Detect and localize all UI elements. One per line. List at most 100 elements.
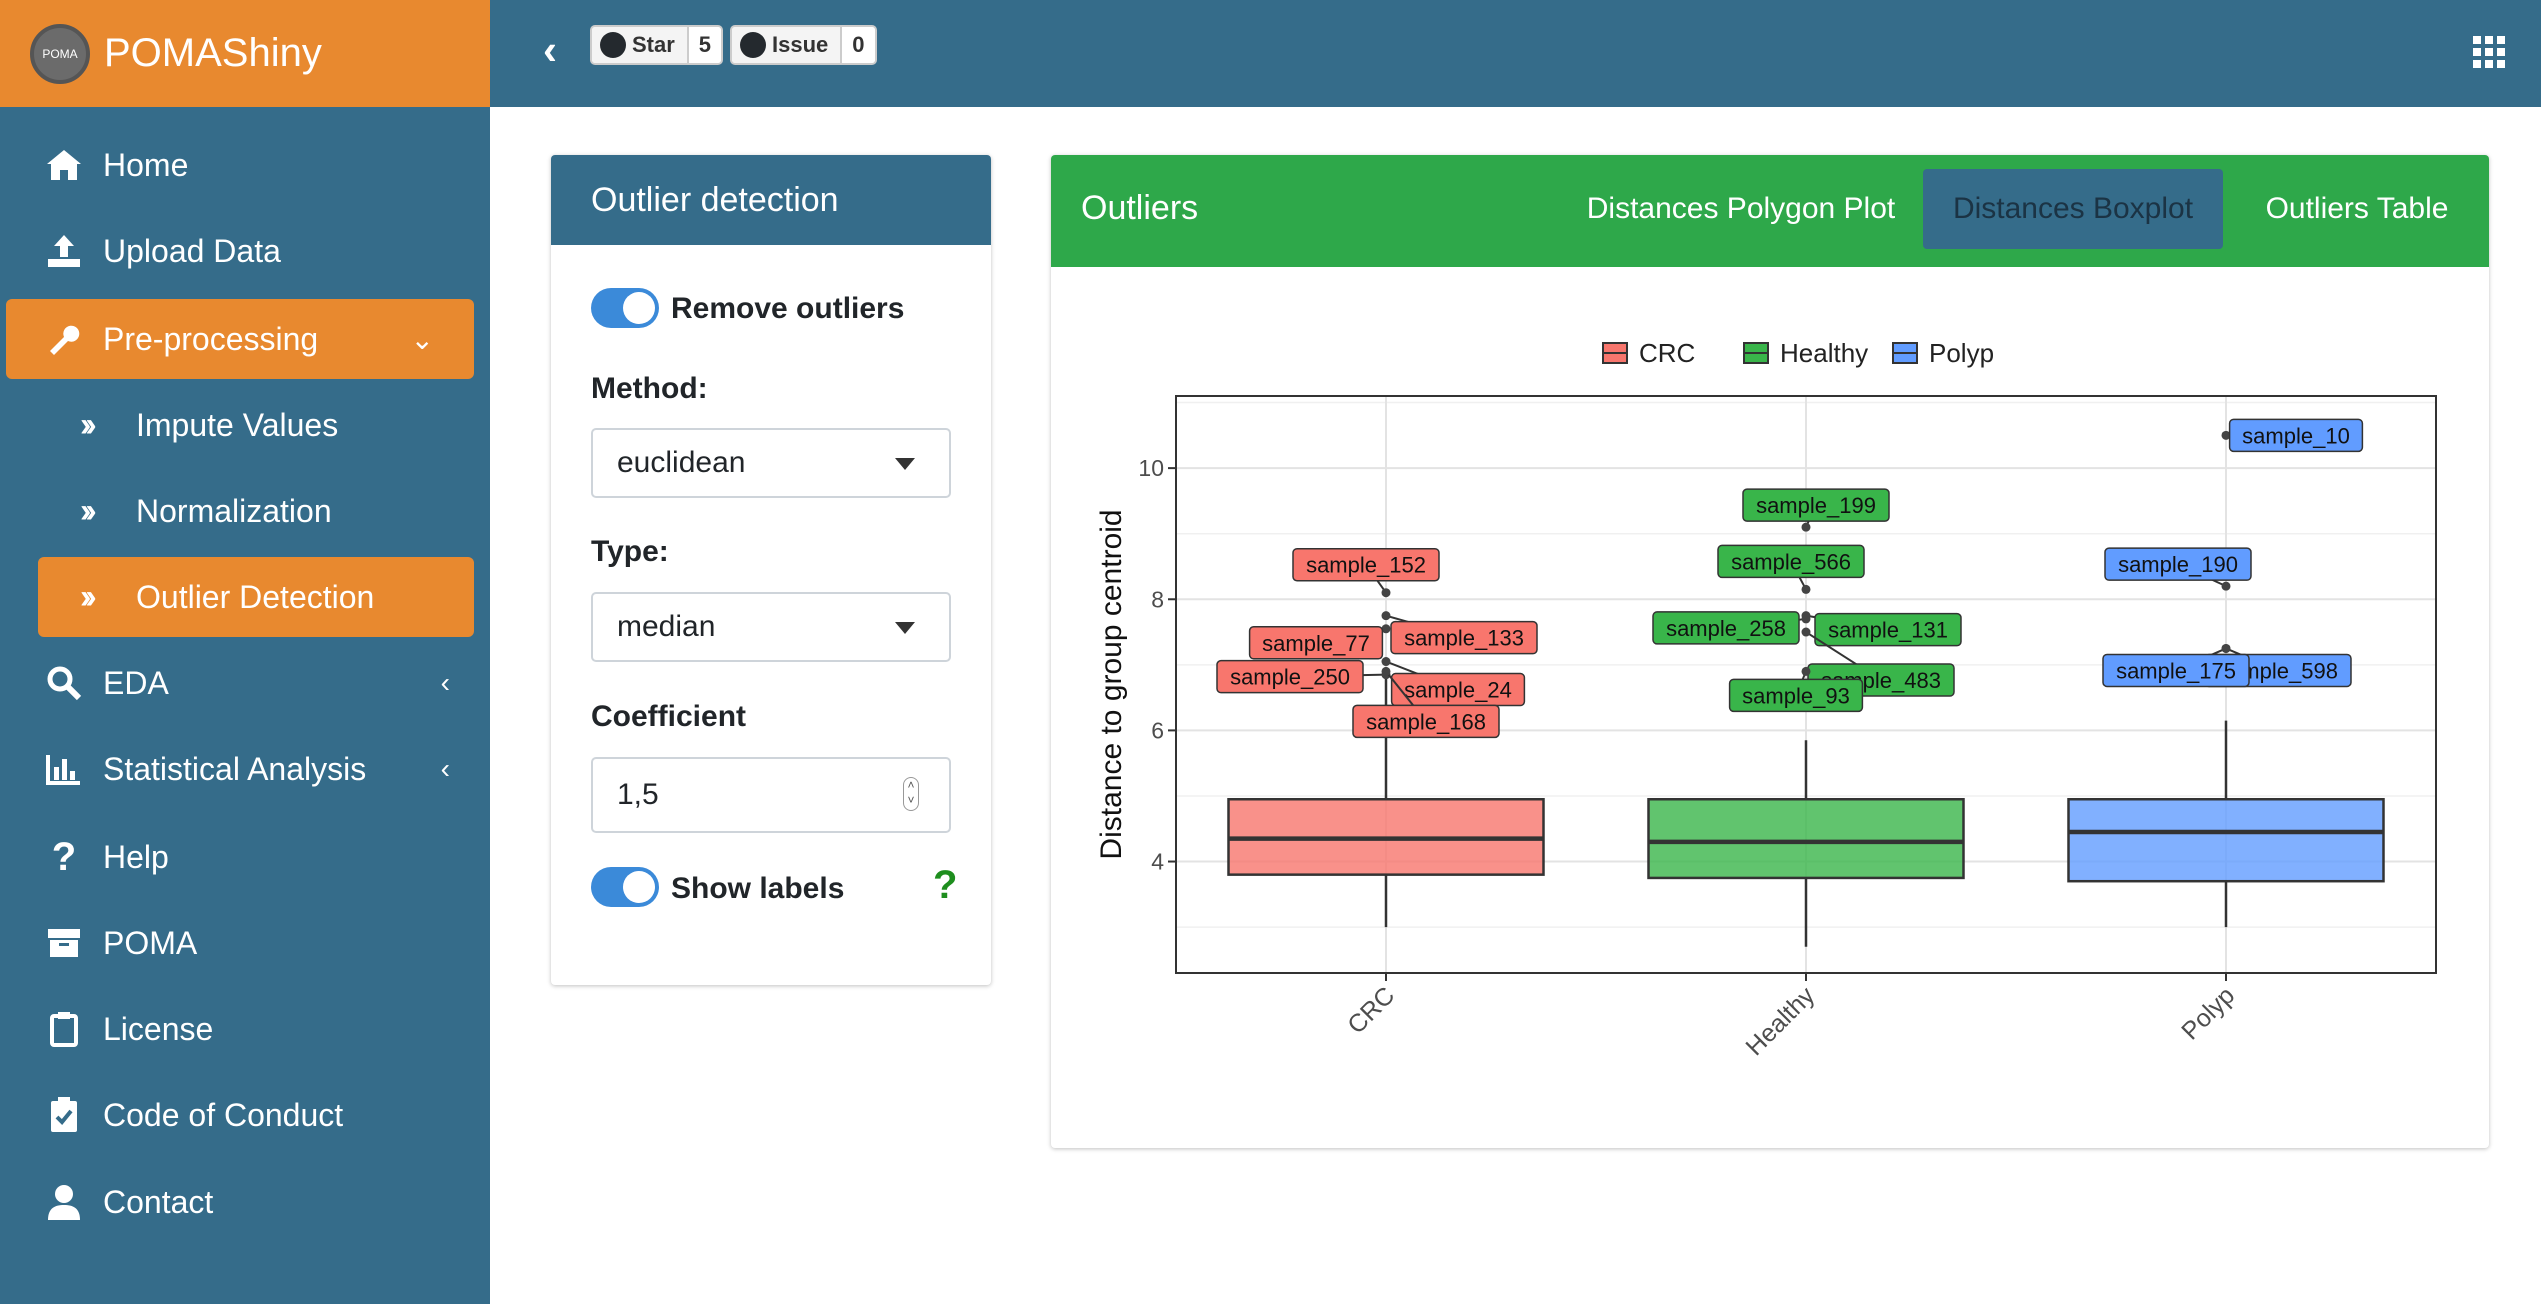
outlier-point [1801, 584, 1811, 594]
sidebar-item-label: Upload Data [103, 232, 281, 269]
upload-icon [44, 231, 84, 271]
outlier-sample-77: sample_77 [1248, 624, 1391, 660]
legend-item: Healthy [1743, 338, 1868, 368]
distances-boxplot-chart: CRC Healthy Polyp 4 6 8 10 Distance to group ce… [1095, 338, 2437, 1061]
legend-label: CRC [1639, 338, 1695, 368]
chevron-left-icon: ‹ [440, 667, 450, 698]
sidebar-item-eda[interactable]: EDA ‹ [0, 643, 490, 723]
outlier-point [1381, 666, 1391, 676]
legend-label: Healthy [1780, 338, 1868, 368]
issue-count: 0 [842, 27, 875, 63]
sidebar-item-label: Statistical Analysis [103, 750, 367, 787]
y-tick-label: 6 [1151, 717, 1164, 743]
github-issue-button[interactable]: Issue 0 [730, 25, 877, 65]
legend-item: CRC [1602, 338, 1695, 368]
sidebar-item-impute-values[interactable]: ›› Impute Values [0, 385, 490, 465]
coefficient-value: 1,5 [617, 778, 659, 811]
sidebar-item-outlier-detection[interactable]: ›› Outlier Detection [38, 557, 474, 637]
sidebar-item-home[interactable]: Home [0, 125, 490, 205]
coefficient-label: Coefficient [591, 700, 747, 733]
github-star-label[interactable]: Star [592, 27, 689, 63]
github-icon [600, 32, 626, 58]
outliers-card: Outliers Distances Polygon Plot Distance… [1051, 155, 2489, 1148]
legend-item: Polyp [1892, 338, 1994, 368]
method-label: Method: [591, 372, 708, 405]
outlier-label: sample_93 [1742, 683, 1850, 708]
double-chevron-right-icon: ›› [80, 491, 96, 530]
sidebar-item-label: Contact [103, 1183, 214, 1220]
y-tick-label: 4 [1151, 849, 1164, 875]
stepper-icon[interactable]: ˄ ˅ [903, 777, 919, 811]
outlier-point [1381, 657, 1391, 667]
poma-logo: POMA [30, 23, 90, 84]
sidebar-item-help[interactable]: ? Help [0, 817, 490, 897]
show-labels-toggle[interactable] [591, 867, 659, 907]
app-title: POMAShiny [104, 31, 322, 75]
legend-label: Polyp [1929, 338, 1994, 368]
outlier-label: sample_10 [2242, 423, 2350, 448]
sidebar: Home Upload Data Pre-processing ⌄ ›› Imp… [0, 107, 490, 1304]
tab-distances-boxplot[interactable]: Distances Boxplot [1923, 169, 2223, 249]
outlier-sample-10: sample_10 [2221, 418, 2364, 453]
sidebar-item-label: Normalization [136, 492, 332, 529]
help-icon[interactable]: ? [933, 863, 957, 908]
x-tick-label: CRC [1342, 981, 1400, 1039]
sidebar-toggle-icon[interactable]: ‹ [530, 29, 570, 71]
outlier-label: sample_566 [1731, 549, 1851, 574]
logo-text: POMA [42, 46, 78, 61]
sidebar-item-statistical-analysis[interactable]: Statistical Analysis ‹ [0, 729, 490, 809]
star-count: 5 [688, 27, 722, 63]
top-header: ‹ Star 5 Issue 0 [490, 0, 2541, 107]
outlier-point [1801, 627, 1811, 637]
sidebar-item-normalization[interactable]: ›› Normalization [0, 471, 490, 551]
y-tick-label: 8 [1151, 586, 1164, 612]
remove-outliers-toggle[interactable] [591, 288, 659, 328]
search-icon [44, 663, 84, 703]
tab-outliers-table[interactable]: Outliers Table [2233, 169, 2481, 249]
github-issue-label[interactable]: Issue [732, 27, 843, 63]
outlier-label: sample_77 [1262, 631, 1370, 656]
sidebar-item-label: License [103, 1010, 214, 1047]
outlier-label: sample_250 [1230, 665, 1350, 690]
y-tick-label: 10 [1138, 455, 1164, 481]
apps-grid-icon[interactable] [2473, 36, 2505, 68]
x-tick-label: Healthy [1741, 981, 1821, 1061]
sidebar-item-label: Outlier Detection [136, 578, 375, 615]
github-star-button[interactable]: Star 5 [590, 25, 724, 65]
home-icon [44, 145, 84, 185]
outlier-label: sample_199 [1756, 493, 1876, 518]
outlier-detection-title: Outlier detection [551, 155, 991, 245]
caret-down-icon [895, 458, 915, 470]
sidebar-item-label: Impute Values [136, 406, 339, 443]
tab-distances-polygon-plot[interactable]: Distances Polygon Plot [1571, 169, 1911, 249]
outlier-point [1801, 611, 1811, 621]
sidebar-item-code-of-conduct[interactable]: Code of Conduct [0, 1075, 490, 1155]
sidebar-item-poma[interactable]: POMA [0, 903, 490, 983]
chevron-down-icon: ⌄ [410, 323, 434, 355]
y-axis-label: Distance to group centroid [1095, 509, 1128, 859]
clipboard-check-icon [44, 1095, 84, 1135]
sidebar-item-license[interactable]: License [0, 989, 490, 1069]
clipboard-icon [44, 1009, 84, 1049]
coefficient-input[interactable]: 1,5 ˄ ˅ [591, 757, 951, 833]
sidebar-item-label: Home [103, 146, 189, 183]
box-iqr [1647, 797, 1965, 880]
box-iqr [2067, 797, 2385, 883]
outlier-point [1801, 666, 1811, 676]
sidebar-item-label: Pre-processing [103, 320, 319, 357]
remove-outliers-label: Remove outliers [671, 292, 905, 325]
brand-header[interactable]: POMA POMAShiny [0, 0, 490, 107]
issue-text: Issue [772, 32, 829, 57]
outlier-label: sample_175 [2116, 658, 2236, 683]
sidebar-item-upload-data[interactable]: Upload Data [0, 211, 490, 291]
outlier-label: sample_168 [1366, 709, 1486, 734]
wrench-icon [44, 319, 84, 359]
method-select[interactable]: euclidean [591, 428, 951, 498]
outlier-label: sample_258 [1666, 616, 1786, 641]
sidebar-item-label: POMA [103, 924, 198, 961]
type-select[interactable]: median [591, 592, 951, 662]
sidebar-item-pre-processing[interactable]: Pre-processing ⌄ [6, 299, 474, 379]
github-icon [740, 32, 766, 58]
box-icon [44, 923, 84, 963]
sidebar-item-contact[interactable]: Contact [0, 1162, 490, 1242]
